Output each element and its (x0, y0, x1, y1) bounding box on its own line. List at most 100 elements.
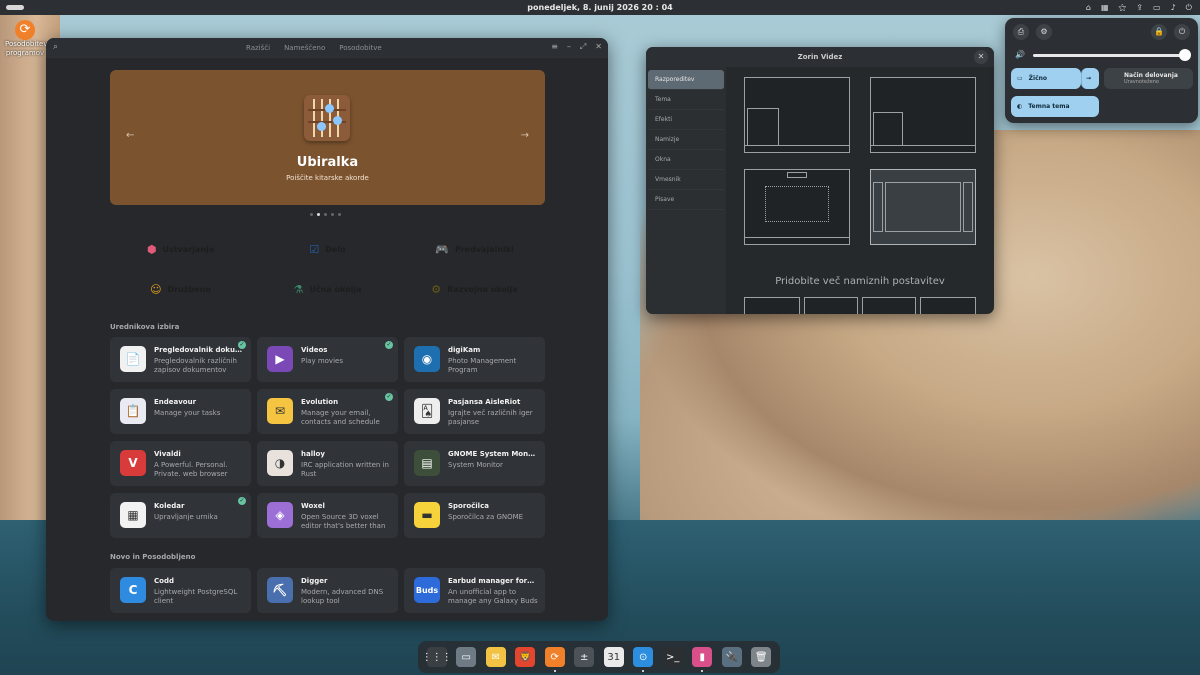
close-icon[interactable]: ✕ (595, 42, 602, 52)
settings-icon[interactable]: ⚙ (1036, 24, 1052, 40)
category-button[interactable]: ☑ Delo (257, 233, 398, 266)
app-card[interactable]: 🂡 Pasjansa AisleRiot Igrajte več različnih… (404, 389, 545, 434)
app-description: IRC application written in Rust (301, 461, 389, 478)
app-card[interactable]: ▬ Sporočilca Sporočilca za GNOME (404, 493, 545, 538)
sidebar-item-theme[interactable]: Tema (648, 90, 724, 110)
layout-option-classic[interactable] (870, 77, 976, 153)
app-icon: V (120, 450, 146, 476)
menu-icon[interactable]: ≡ (551, 42, 558, 52)
featured-banner[interactable]: ← → Ubiralka Poiščite kitarske akorde (110, 70, 545, 205)
volume-slider[interactable] (1033, 54, 1183, 57)
layout-option-extra[interactable] (920, 297, 976, 314)
app-card[interactable]: V Vivaldi A Powerful. Personal. Private. w… (110, 441, 251, 486)
power-icon[interactable]: ⏻ (1186, 3, 1192, 13)
mail-icon[interactable]: ✉ (485, 647, 506, 667)
next-arrow-icon[interactable]: → (521, 130, 529, 141)
app-card[interactable]: ◉ digiKam Photo Management Program (404, 337, 545, 382)
app-card[interactable]: 📋 Endeavour Manage your tasks (110, 389, 251, 434)
app-icon: C (120, 577, 146, 603)
guitar-app-icon (304, 95, 350, 141)
brave-icon[interactable]: 🦁 (515, 647, 536, 667)
power-icon[interactable]: ⏻ (1174, 24, 1190, 40)
app-description: System Monitor (448, 461, 503, 469)
screenshot-icon[interactable]: ⎙ (1013, 24, 1029, 40)
top-bar: ponedeljek, 8. junij 2026 20 : 04 ⌂ ▦ ⚝ … (0, 0, 1200, 15)
app-card[interactable]: ▶ Videos Play movies ✓ (257, 337, 398, 382)
layout-option-extra[interactable] (744, 297, 800, 314)
sidebar-item-fonts[interactable]: Pisave (648, 190, 724, 210)
app-icon: ◈ (267, 502, 293, 528)
layout-option-extra[interactable] (804, 297, 858, 314)
software-window: ⌕ Razišči Nameščeno Posodobitve ≡ – ⤢ ✕ … (46, 38, 608, 621)
app-card[interactable]: ⛏ Digger Modern, advanced DNS lookup tool (257, 568, 398, 613)
paint-icon[interactable]: ▮ (692, 647, 713, 672)
layout-option-windows[interactable] (744, 77, 850, 153)
contrast-icon: ◐ (1017, 103, 1023, 110)
camera-icon[interactable]: ⊙ (633, 647, 654, 672)
files-icon[interactable]: ▭ (456, 647, 477, 667)
category-button[interactable]: ⚙ Razvojna okolja (404, 273, 545, 306)
app-card[interactable]: ◈ Woxel Open Source 3D voxel editor that's… (257, 493, 398, 538)
wired-menu-arrow-icon[interactable]: → (1081, 68, 1099, 89)
desktop-icon-updater[interactable]: ⟳ Posodobitev programov (5, 20, 48, 58)
create-icon: ⬢ (146, 243, 157, 256)
app-description: Upravljanje urnika (154, 513, 218, 521)
app-description: Lightweight PostgreSQL client (154, 588, 238, 605)
wifi-icon[interactable]: ⚝ (1119, 3, 1127, 13)
minimize-icon[interactable]: – (567, 42, 571, 52)
lock-icon[interactable]: 🔒 (1151, 24, 1167, 40)
sidebar-item-windows[interactable]: Okna (648, 150, 724, 170)
power-mode-toggle[interactable]: Način delovanja Uravnoteženo (1104, 68, 1193, 89)
home-icon[interactable]: ⌂ (1086, 3, 1091, 12)
app-description: Manage your email, contacts and schedule (301, 409, 380, 426)
search-icon[interactable]: ⌕ (53, 42, 58, 52)
category-button[interactable]: 🎮 Predvajalniki (404, 233, 545, 266)
more-layouts-link[interactable]: Pridobite več namiznih postavitev (726, 276, 994, 287)
volume-icon[interactable]: ♪ (1171, 3, 1176, 12)
app-grid-icon[interactable]: ⋮⋮⋮ (422, 647, 452, 667)
tab-explore[interactable]: Razišči (246, 44, 270, 52)
power-mode-sub: Uravnoteženo (1124, 79, 1159, 85)
clock[interactable]: ponedeljek, 8. junij 2026 20 : 04 (0, 0, 1200, 15)
terminal-icon[interactable]: >_ (662, 647, 683, 667)
carousel-dots[interactable] (310, 213, 341, 216)
prev-arrow-icon[interactable]: ← (126, 130, 134, 141)
tab-updates[interactable]: Posodobitve (339, 44, 382, 52)
close-icon[interactable]: ✕ (974, 50, 988, 64)
sidebar-item-layout[interactable]: Razporeditev (648, 70, 724, 90)
category-button[interactable]: ☺ Družbeno (110, 273, 251, 306)
upload-icon[interactable]: ⇪ (1136, 3, 1143, 12)
volume-slider-handle[interactable] (1179, 49, 1191, 61)
category-button[interactable]: ⬢ Ustvarjanje (110, 233, 251, 266)
layout-option-selected[interactable] (870, 169, 976, 245)
apps-grid-icon[interactable]: ▦ (1101, 3, 1109, 12)
zorin-appearance-window: Zorin Videz ✕ Razporeditev Tema Efekti N… (646, 47, 994, 314)
display-icon[interactable]: ▭ (1153, 3, 1161, 12)
app-card[interactable]: C Codd Lightweight PostgreSQL client (110, 568, 251, 613)
app-card[interactable]: ▤ GNOME System Monitor System Monitor (404, 441, 545, 486)
calendar-icon[interactable]: 31 (603, 647, 624, 667)
sidebar-item-interface[interactable]: Vmesnik (648, 170, 724, 190)
app-card[interactable]: Buds Earbud manager for Gala… An unofficia… (404, 568, 545, 613)
app-card[interactable]: ◑ halloy IRC application written in Rust (257, 441, 398, 486)
sidebar-item-effects[interactable]: Efekti (648, 110, 724, 130)
category-button[interactable]: ⚗ Učna okolja (257, 273, 398, 306)
app-card[interactable]: ✉ Evolution Manage your email, contacts an… (257, 389, 398, 434)
sidebar-item-desktop[interactable]: Namizje (648, 130, 724, 150)
tab-installed[interactable]: Nameščeno (284, 44, 325, 52)
trash-icon[interactable]: 🗑 (751, 647, 772, 667)
app-name: Evolution (301, 398, 339, 406)
wired-toggle[interactable]: ▭ Žično (1011, 68, 1081, 89)
power-mode-label: Način delovanja (1124, 72, 1178, 79)
calculator-icon[interactable]: ± (574, 647, 595, 667)
app-card[interactable]: 📄 Pregledovalnik dokument… Pregledovalnik … (110, 337, 251, 382)
layout-option-grid[interactable] (744, 169, 850, 245)
updater-icon[interactable]: ⟳ (544, 647, 565, 672)
app-name: GNOME System Monitor (448, 450, 536, 458)
maximize-icon[interactable]: ⤢ (580, 42, 586, 52)
dark-theme-toggle[interactable]: ◐ Temna tema (1011, 96, 1099, 117)
app-card[interactable]: ▦ Koledar Upravljanje urnika ✓ (110, 493, 251, 538)
usb-icon[interactable]: 🔌 (721, 647, 742, 667)
layout-option-extra[interactable] (862, 297, 916, 314)
section-title-new-updated: Novo in Posodobljeno (110, 553, 196, 561)
